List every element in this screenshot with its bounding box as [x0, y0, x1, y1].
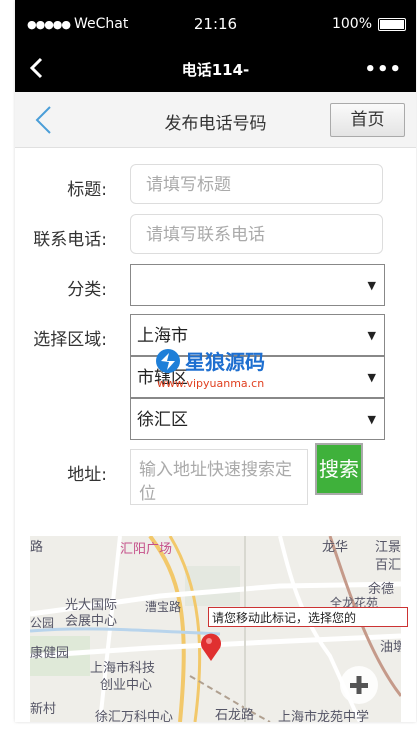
battery-icon	[378, 17, 406, 31]
map-label: 上海市龙苑中学	[278, 710, 370, 722]
district-value: 徐汇区	[137, 410, 188, 430]
map-label: 新村	[30, 702, 57, 717]
city-value: 市辖区	[137, 368, 188, 388]
map-label: 石龙路	[215, 708, 255, 722]
dropdown-arrow-icon: ▼	[367, 371, 376, 384]
home-button[interactable]: 首页	[330, 103, 405, 137]
map-label: 康健园	[30, 646, 70, 661]
map-label: 路	[30, 540, 44, 555]
province-select[interactable]: 上海市 ▼	[130, 314, 385, 356]
map-label: 龙华	[322, 540, 349, 555]
dropdown-arrow-icon: ▼	[367, 329, 376, 342]
region-label: 选择区域:	[33, 330, 107, 350]
status-bar: ●●●●● WeChat 21:16 100%	[15, 0, 416, 48]
title-input[interactable]: 请填写标题	[130, 164, 383, 204]
phone-label: 联系电话:	[33, 230, 107, 250]
map-label: 百汇	[375, 558, 401, 573]
phone-screen: ●●●●● WeChat 21:16 100% 电话114- ••• 发布电话号…	[15, 0, 416, 722]
more-icon[interactable]: •••	[364, 59, 402, 80]
map-label: 徐汇万科中心	[95, 710, 174, 722]
page-header: 发布电话号码 首页	[15, 92, 416, 148]
province-value: 上海市	[137, 326, 188, 346]
nav-bar: 电话114- •••	[15, 47, 416, 92]
address-input[interactable]: 输入地址快速搜索定位	[130, 449, 308, 505]
category-select[interactable]: ▼	[130, 264, 385, 306]
map-label: 江景	[375, 540, 401, 555]
dropdown-arrow-icon: ▼	[367, 279, 376, 292]
map-label: 汇阳广场	[120, 542, 173, 557]
dropdown-arrow-icon: ▼	[367, 413, 376, 426]
map-label: 油墩	[380, 640, 401, 655]
nav-title: 电话114-	[181, 61, 250, 79]
battery-percent: 100%	[331, 16, 372, 32]
map-label: 会展中心	[65, 614, 118, 629]
map-marker-icon[interactable]	[198, 632, 224, 662]
search-button[interactable]: 搜索	[315, 443, 363, 495]
district-select[interactable]: 徐汇区 ▼	[130, 398, 385, 440]
battery-group: 100%	[332, 16, 406, 32]
map-label: 公园	[30, 616, 55, 630]
map-label: 创业中心	[100, 678, 153, 693]
city-select[interactable]: 市辖区 ▼	[130, 356, 385, 398]
map-view[interactable]: 路 汇阳广场 龙华 江景 百汇 光大国际 漕宝路 余德 会展中心 公园 康健园 …	[30, 536, 401, 722]
title-label: 标题:	[67, 180, 107, 200]
plus-icon	[350, 676, 368, 694]
marker-tooltip: 请您移动此标记，选择您的	[208, 607, 408, 627]
map-label: 漕宝路	[145, 600, 182, 614]
address-label: 地址:	[67, 465, 107, 485]
phone-input[interactable]: 请填写联系电话	[130, 214, 383, 254]
category-label: 分类:	[67, 280, 107, 300]
zoom-in-button[interactable]	[340, 666, 378, 704]
